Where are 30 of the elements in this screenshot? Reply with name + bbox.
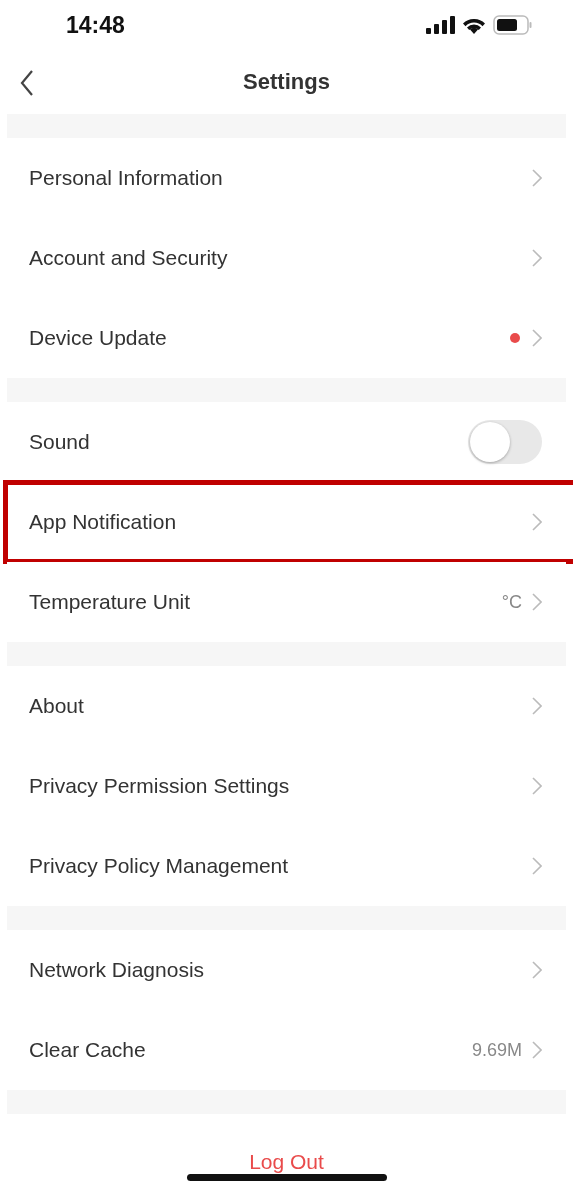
chevron-right-icon: [532, 593, 542, 611]
row-label: Temperature Unit: [29, 590, 192, 614]
chevron-right-icon: [532, 857, 542, 875]
setting-value: °C: [501, 591, 522, 613]
row-label: Sound: [29, 430, 91, 454]
battery-icon: [493, 15, 533, 35]
log-out-button[interactable]: Log Out: [249, 1150, 324, 1174]
wifi-icon: [462, 16, 486, 34]
chevron-right-icon: [532, 777, 542, 795]
row-label: About: [29, 694, 85, 718]
row-label: Network Diagnosis: [29, 958, 206, 982]
row-label: Privacy Permission Settings: [29, 774, 291, 798]
row-label: Clear Cache: [29, 1038, 147, 1062]
status-time: 14:48: [66, 11, 125, 39]
chevron-right-icon: [532, 697, 542, 715]
row-label: Account and Security: [29, 246, 229, 270]
chevron-right-icon: [532, 169, 542, 187]
toggle-switch[interactable]: [468, 420, 542, 464]
row-label: App Notification: [29, 510, 178, 534]
row-label: Personal Information: [29, 166, 224, 190]
chevron-right-icon: [532, 329, 542, 347]
row-label: Device Update: [29, 326, 168, 350]
page-title: Settings: [243, 69, 330, 95]
chevron-right-icon: [532, 1041, 542, 1059]
chevron-right-icon: [532, 249, 542, 267]
signal-icon: [426, 16, 455, 34]
setting-value: 9.69M: [471, 1039, 522, 1061]
chevron-right-icon: [532, 513, 542, 531]
row-label: Privacy Policy Management: [29, 854, 290, 878]
chevron-right-icon: [532, 961, 542, 979]
